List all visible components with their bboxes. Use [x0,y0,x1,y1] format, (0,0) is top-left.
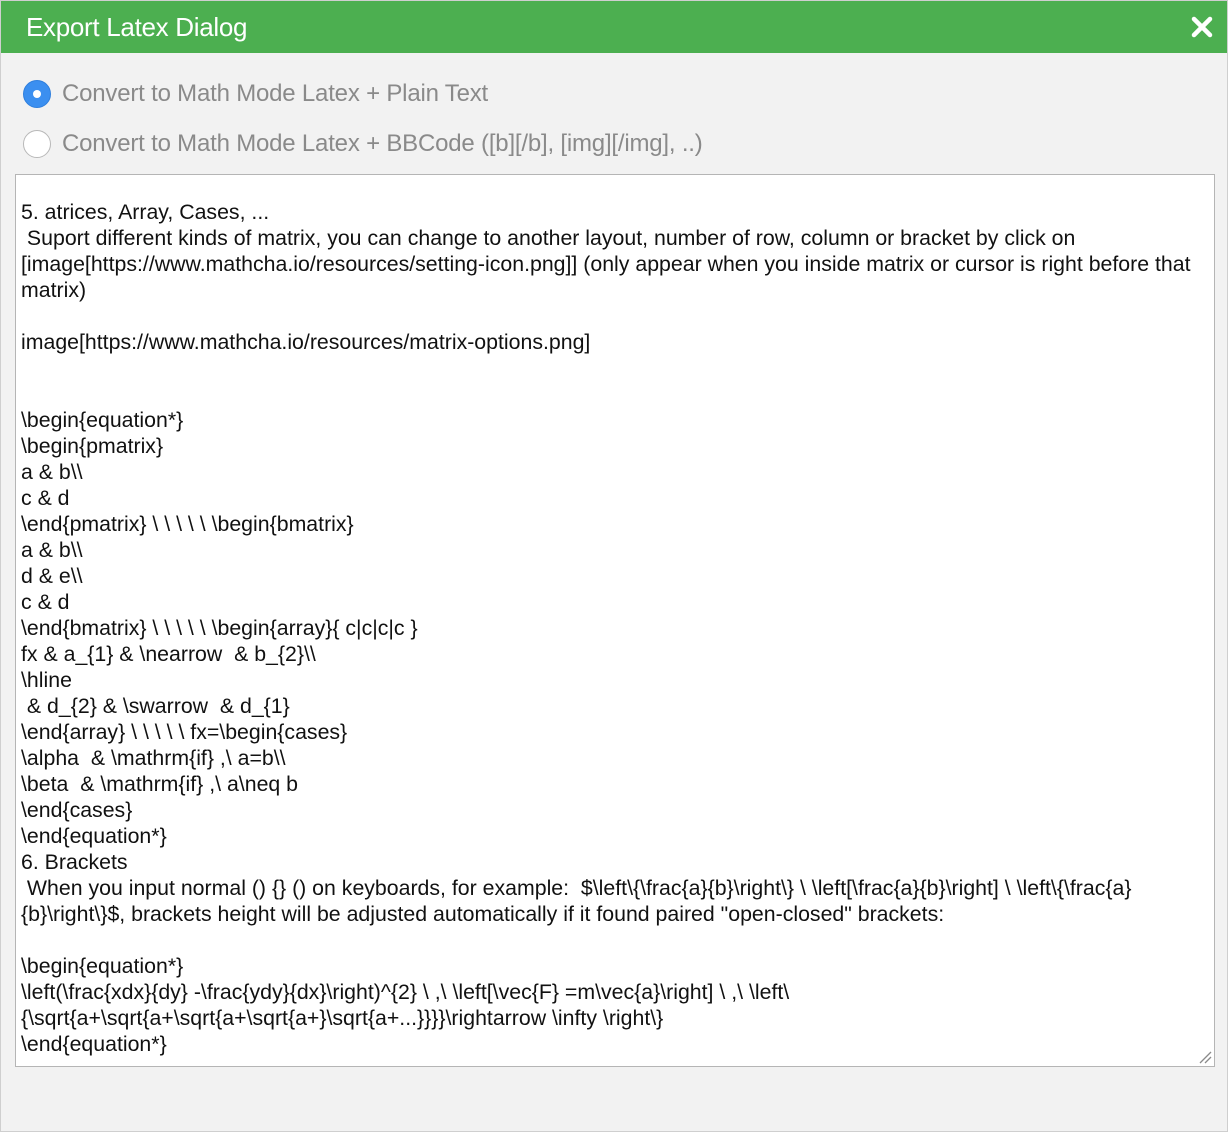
dialog-titlebar: Export Latex Dialog [1,1,1227,53]
radio-bbcode[interactable] [23,130,51,158]
close-icon [1191,16,1213,38]
option-plain-text-label[interactable]: Convert to Math Mode Latex + Plain Text [62,79,488,109]
latex-output-container: 5. atrices, Array, Cases, ... Suport dif… [15,174,1215,1067]
radio-selected-dot [33,90,41,98]
resize-handle-icon[interactable] [1196,1048,1212,1064]
option-bbcode-label[interactable]: Convert to Math Mode Latex + BBCode ([b]… [62,129,703,159]
radio-plain-text[interactable] [23,80,51,108]
dialog-title: Export Latex Dialog [26,12,248,42]
export-latex-dialog: Export Latex Dialog Convert to Math Mode… [0,0,1228,1132]
latex-output-textarea[interactable]: 5. atrices, Array, Cases, ... Suport dif… [16,175,1214,1066]
close-button[interactable] [1185,10,1219,44]
